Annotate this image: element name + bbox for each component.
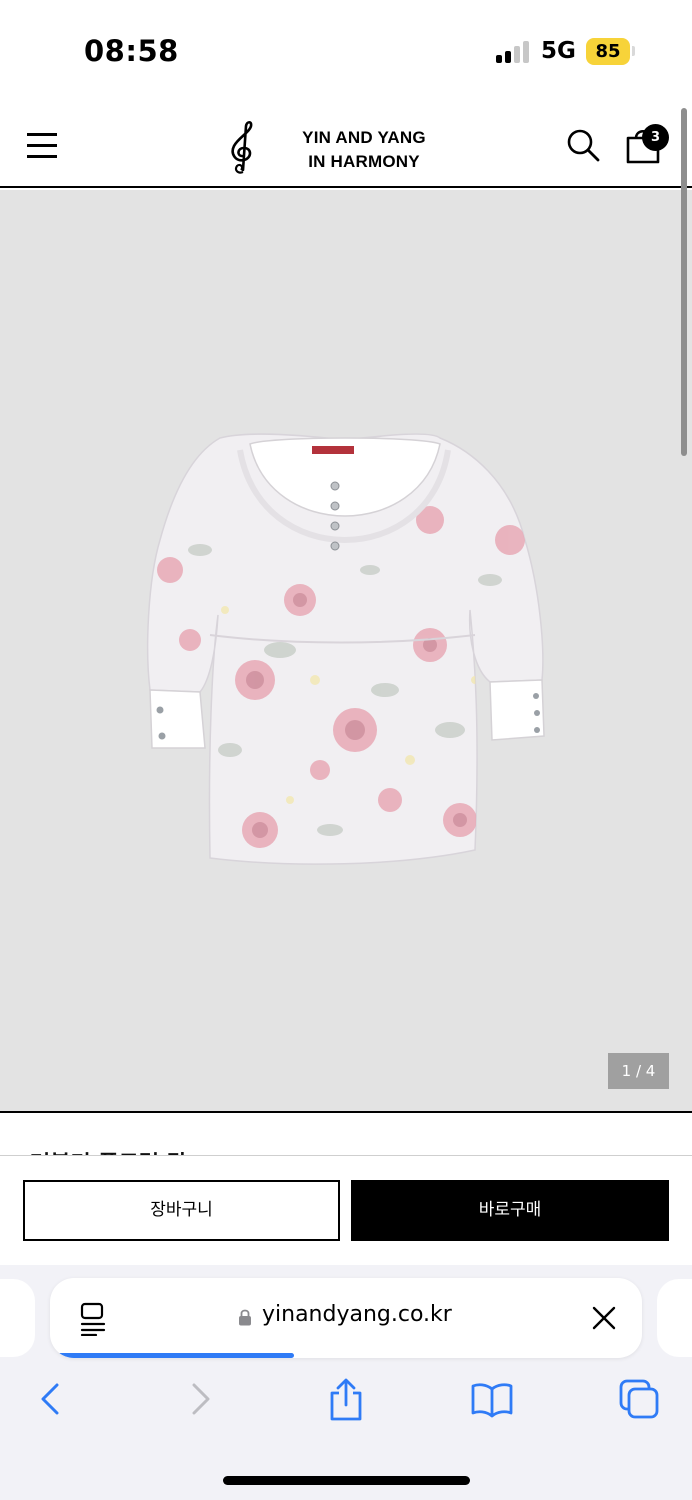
page-load-progress-fill — [58, 1353, 295, 1358]
treble-clef-icon — [231, 120, 253, 174]
battery-tip — [632, 46, 635, 56]
page-load-progress — [58, 1353, 634, 1358]
status-bar: 08:58 5G 85 — [0, 0, 692, 100]
back-icon[interactable] — [29, 1377, 73, 1421]
add-to-cart-button[interactable]: 장바구니 — [23, 1180, 340, 1241]
battery-icon: 85 — [586, 38, 630, 65]
site-logo[interactable]: YIN AND YANG IN HARMONY — [222, 120, 442, 174]
cart-count-badge: 3 — [642, 124, 669, 151]
hamburger-icon[interactable] — [27, 133, 57, 158]
gallery-pager: 1 / 4 — [608, 1053, 669, 1089]
bookmarks-icon[interactable] — [470, 1377, 514, 1421]
previous-tab-preview[interactable] — [0, 1279, 35, 1357]
network-type: 5G — [541, 38, 576, 64]
tabs-icon[interactable] — [617, 1377, 661, 1421]
site-header: YIN AND YANG IN HARMONY — [0, 100, 692, 188]
home-indicator[interactable] — [223, 1476, 470, 1485]
product-gallery[interactable] — [0, 190, 692, 1112]
logo-text: YIN AND YANG IN HARMONY — [284, 126, 444, 174]
lock-icon — [239, 1309, 251, 1326]
forward-icon[interactable] — [178, 1377, 222, 1421]
page-scrollbar[interactable] — [681, 108, 687, 456]
buy-now-button[interactable]: 바로구매 — [351, 1180, 669, 1241]
close-icon[interactable] — [590, 1304, 618, 1332]
next-tab-preview[interactable] — [657, 1279, 692, 1357]
logo-line-2: IN HARMONY — [308, 152, 420, 171]
product-image-floral-top[interactable] — [130, 430, 560, 870]
logo-line-1: YIN AND YANG — [302, 128, 426, 147]
gallery-divider — [0, 1111, 692, 1113]
reader-mode-icon[interactable] — [78, 1302, 108, 1336]
product-title-peek: 러블리 플로럴 탑 — [30, 1142, 360, 1156]
purchase-bar: 장바구니 바로구매 — [0, 1155, 692, 1265]
cellular-signal-icon — [496, 41, 532, 63]
search-icon[interactable] — [566, 128, 600, 162]
status-time: 08:58 — [84, 34, 179, 68]
share-icon[interactable] — [324, 1377, 368, 1421]
url-text[interactable]: yinandyang.co.kr — [262, 1302, 452, 1327]
address-bar[interactable]: yinandyang.co.kr — [50, 1278, 642, 1358]
browser-toolbar: yinandyang.co.kr — [0, 1265, 692, 1500]
